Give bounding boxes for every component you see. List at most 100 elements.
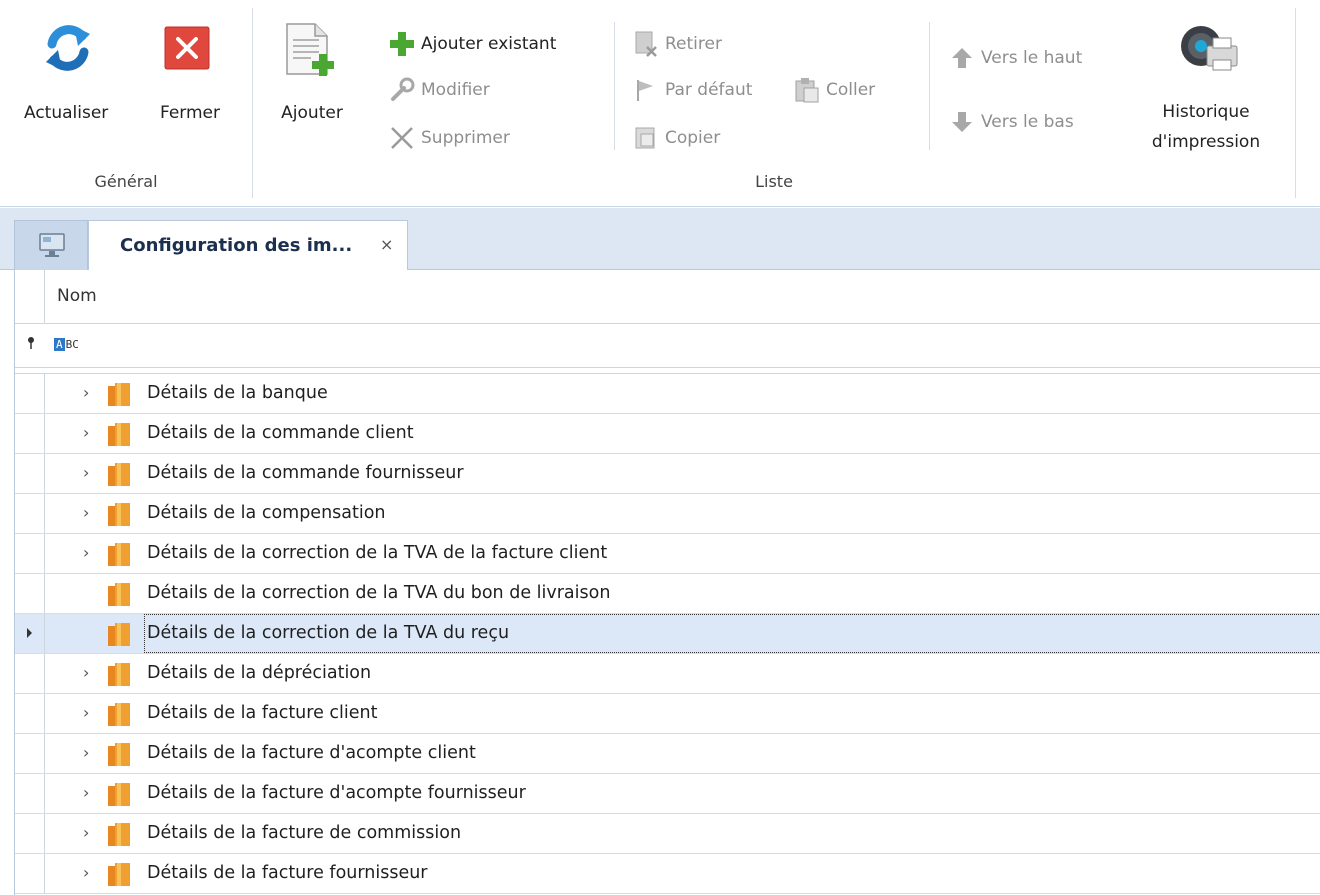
expand-chevron-icon[interactable]: › [83, 383, 89, 402]
refresh-button[interactable]: Actualiser [24, 22, 109, 162]
close-button[interactable]: Fermer [150, 22, 230, 162]
copy-icon [633, 125, 659, 151]
refresh-icon [44, 22, 92, 79]
table-row[interactable]: › Détails de la facture fournisseur [15, 854, 1320, 894]
arrow-down-icon [949, 109, 975, 135]
row-indicator[interactable] [15, 694, 45, 733]
print-history-label-1: Historique [1162, 102, 1250, 122]
expand-chevron-icon[interactable]: › [83, 543, 89, 562]
row-indicator[interactable] [15, 814, 45, 853]
ribbon: Actualiser Fermer Général Ajouter Ajoute… [0, 0, 1320, 207]
table-row[interactable]: › Détails de la commande client [15, 414, 1320, 454]
row-indicator[interactable] [15, 614, 45, 653]
add-label: Ajouter [281, 103, 343, 123]
table-row[interactable]: › Détails de la compensation [15, 494, 1320, 534]
folder-icon [105, 780, 133, 808]
ribbon-group-general: Actualiser Fermer Général [0, 0, 252, 207]
expand-chevron-icon[interactable]: › [83, 783, 89, 802]
tab-label: Configuration des im... [120, 235, 353, 256]
row-indicator[interactable] [15, 454, 45, 493]
folder-icon [105, 660, 133, 688]
wrench-icon [389, 77, 415, 103]
move-down-label: Vers le bas [981, 112, 1074, 132]
row-label: Détails de la compensation [147, 503, 386, 523]
table-row[interactable]: › Détails de la facture client [15, 694, 1320, 734]
row-label: Détails de la correction de la TVA du re… [147, 623, 510, 643]
text-filter-icon[interactable]: A BC [54, 338, 79, 351]
expand-chevron-icon[interactable]: › [83, 503, 89, 522]
move-up-button[interactable]: Vers le haut [949, 44, 1082, 72]
row-label: Détails de la banque [147, 383, 328, 403]
folder-icon [105, 820, 133, 848]
row-label: Détails de la commande client [147, 423, 414, 443]
expand-chevron-icon[interactable]: › [83, 823, 89, 842]
delete-label: Supprimer [421, 128, 510, 148]
table-row[interactable]: Détails de la correction de la TVA du re… [15, 614, 1320, 654]
table-row[interactable]: › Détails de la banque [15, 374, 1320, 414]
row-label: Détails de la facture de commission [147, 823, 462, 843]
add-existing-button[interactable]: Ajouter existant [389, 30, 556, 58]
row-label: Détails de la facture d'acompte client [147, 743, 476, 763]
pin-icon [27, 337, 35, 352]
row-indicator[interactable] [15, 854, 45, 893]
row-label: Détails de la dépréciation [147, 663, 372, 683]
auto-filter-row[interactable]: A BC [15, 324, 1320, 368]
document-tab-strip: Configuration des im... × [0, 208, 1320, 271]
row-indicator[interactable] [15, 654, 45, 693]
row-indicator[interactable] [15, 494, 45, 533]
data-grid: Nom A BC › Détails de la banque › Détails de… [14, 270, 1320, 895]
column-separator [614, 22, 615, 150]
add-existing-label: Ajouter existant [421, 34, 557, 54]
filter-abc-rest: BC [65, 338, 79, 351]
folder-icon [105, 460, 133, 488]
add-button[interactable]: Ajouter [267, 22, 357, 162]
expand-chevron-icon[interactable]: › [83, 863, 89, 882]
expand-chevron-icon[interactable]: › [83, 423, 89, 442]
row-label: Détails de la facture d'acompte fourniss… [147, 783, 526, 803]
table-row[interactable]: › Détails de la facture de commission [15, 814, 1320, 854]
table-row[interactable]: › Détails de la correction de la TVA de l… [15, 534, 1320, 574]
group-caption-liste: Liste [755, 172, 793, 191]
flag-icon [633, 77, 659, 103]
print-history-button[interactable]: Historique d'impression [1137, 22, 1275, 162]
plus-icon [389, 31, 415, 57]
table-row[interactable]: Détails de la correction de la TVA du bo… [15, 574, 1320, 614]
row-label: Détails de la correction de la TVA de la… [147, 543, 608, 563]
x-icon [389, 125, 415, 151]
row-indicator[interactable] [15, 374, 45, 413]
default-button[interactable]: Par défaut [633, 76, 752, 104]
row-label: Détails de la facture client [147, 703, 378, 723]
tab-configuration[interactable]: Configuration des im... × [88, 220, 408, 271]
modify-button[interactable]: Modifier [389, 76, 490, 104]
delete-button[interactable]: Supprimer [389, 124, 510, 152]
clipboard-icon [794, 77, 820, 103]
tab-close-icon[interactable]: × [380, 235, 393, 254]
expand-chevron-icon[interactable]: › [83, 743, 89, 762]
row-indicator[interactable] [15, 734, 45, 773]
table-row[interactable]: › Détails de la facture d'acompte fournis… [15, 774, 1320, 814]
copy-button[interactable]: Copier [633, 124, 720, 152]
move-up-label: Vers le haut [981, 48, 1083, 68]
row-label: Détails de la commande fournisseur [147, 463, 464, 483]
printer-history-icon [1177, 22, 1239, 79]
monitor-icon [38, 231, 66, 263]
expand-chevron-icon[interactable]: › [83, 663, 89, 682]
expand-chevron-icon[interactable]: › [83, 463, 89, 482]
modify-label: Modifier [421, 80, 490, 100]
refresh-label: Actualiser [24, 103, 109, 123]
folder-icon [105, 380, 133, 408]
row-indicator[interactable] [15, 574, 45, 613]
column-header-nom[interactable]: Nom [57, 286, 97, 306]
remove-button[interactable]: Retirer [633, 30, 722, 58]
paste-button[interactable]: Coller [794, 76, 875, 104]
row-indicator[interactable] [15, 774, 45, 813]
table-row[interactable]: › Détails de la facture d'acompte client [15, 734, 1320, 774]
table-row[interactable]: › Détails de la commande fournisseur [15, 454, 1320, 494]
move-down-button[interactable]: Vers le bas [949, 108, 1074, 136]
row-indicator[interactable] [15, 414, 45, 453]
table-row[interactable]: › Détails de la dépréciation [15, 654, 1320, 694]
tab-home[interactable] [14, 220, 88, 270]
expand-chevron-icon[interactable]: › [83, 703, 89, 722]
remove-label: Retirer [665, 34, 722, 54]
row-indicator[interactable] [15, 534, 45, 573]
